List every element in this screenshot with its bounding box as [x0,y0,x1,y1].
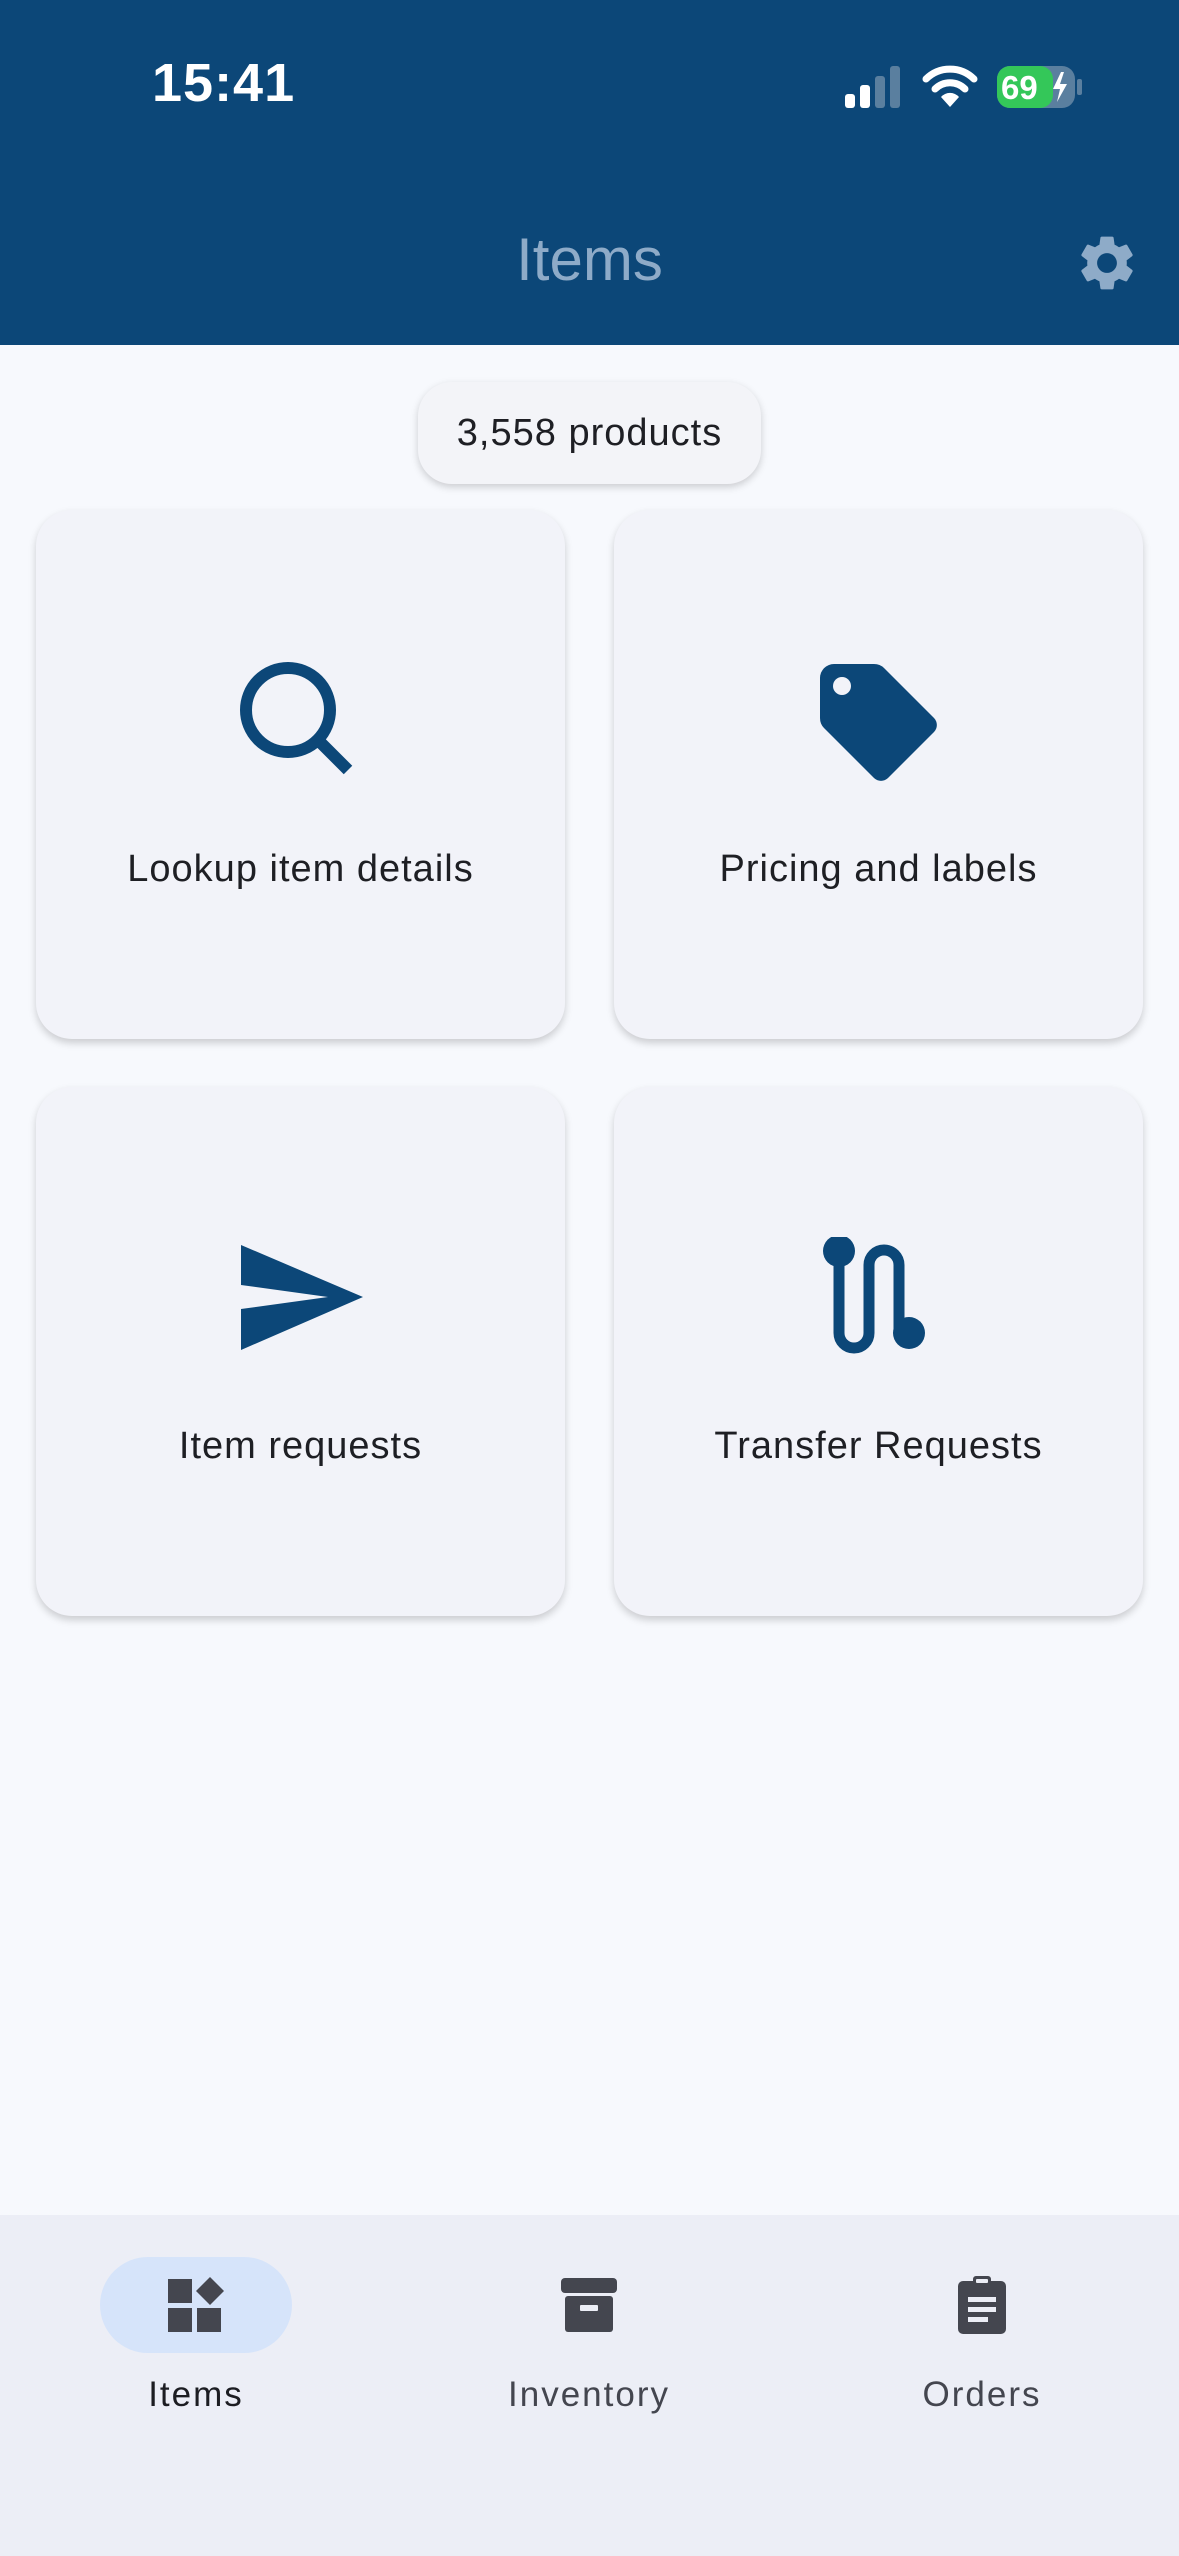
card-label: Item requests [178,1425,423,1467]
bottom-navigation: Items Inventory Orders [0,2215,1179,2556]
card-label: Pricing and labels [719,848,1038,890]
send-icon [241,1245,363,1350]
battery-level: 69 [1001,69,1038,106]
card-transfer-requests[interactable]: Transfer Requests [614,1087,1143,1616]
card-item-requests[interactable]: Item requests [36,1087,565,1616]
clipboard-icon [958,2276,1006,2334]
nav-item-inventory[interactable]: Inventory [443,2257,743,2437]
route-icon [823,1237,925,1354]
status-time: 15:41 [152,53,296,113]
battery-indicator: 69 [997,66,1083,108]
archive-box-icon [561,2278,617,2332]
page-title: Items [516,226,663,293]
product-count-badge: 3,558 products [418,382,761,484]
app-header: 15:41 69 Items [0,0,1179,345]
card-label: Transfer Requests [714,1425,1043,1467]
widgets-icon [168,2277,224,2332]
search-icon [240,662,353,775]
card-pricing-and-labels[interactable]: Pricing and labels [614,510,1143,1039]
card-lookup-item-details[interactable]: Lookup item details [36,510,565,1039]
card-label: Lookup item details [127,848,474,890]
nav-label: Orders [922,2375,1042,2414]
nav-item-items[interactable]: Items [50,2257,350,2437]
tag-icon [820,664,937,781]
product-count-label: 3,558 products [456,411,723,454]
gear-icon[interactable] [1074,230,1140,296]
nav-label: Inventory [508,2375,670,2414]
nav-item-orders[interactable]: Orders [836,2257,1136,2437]
cellular-signal-icon [845,66,900,108]
wifi-icon [922,65,978,107]
nav-label: Items [148,2375,244,2414]
